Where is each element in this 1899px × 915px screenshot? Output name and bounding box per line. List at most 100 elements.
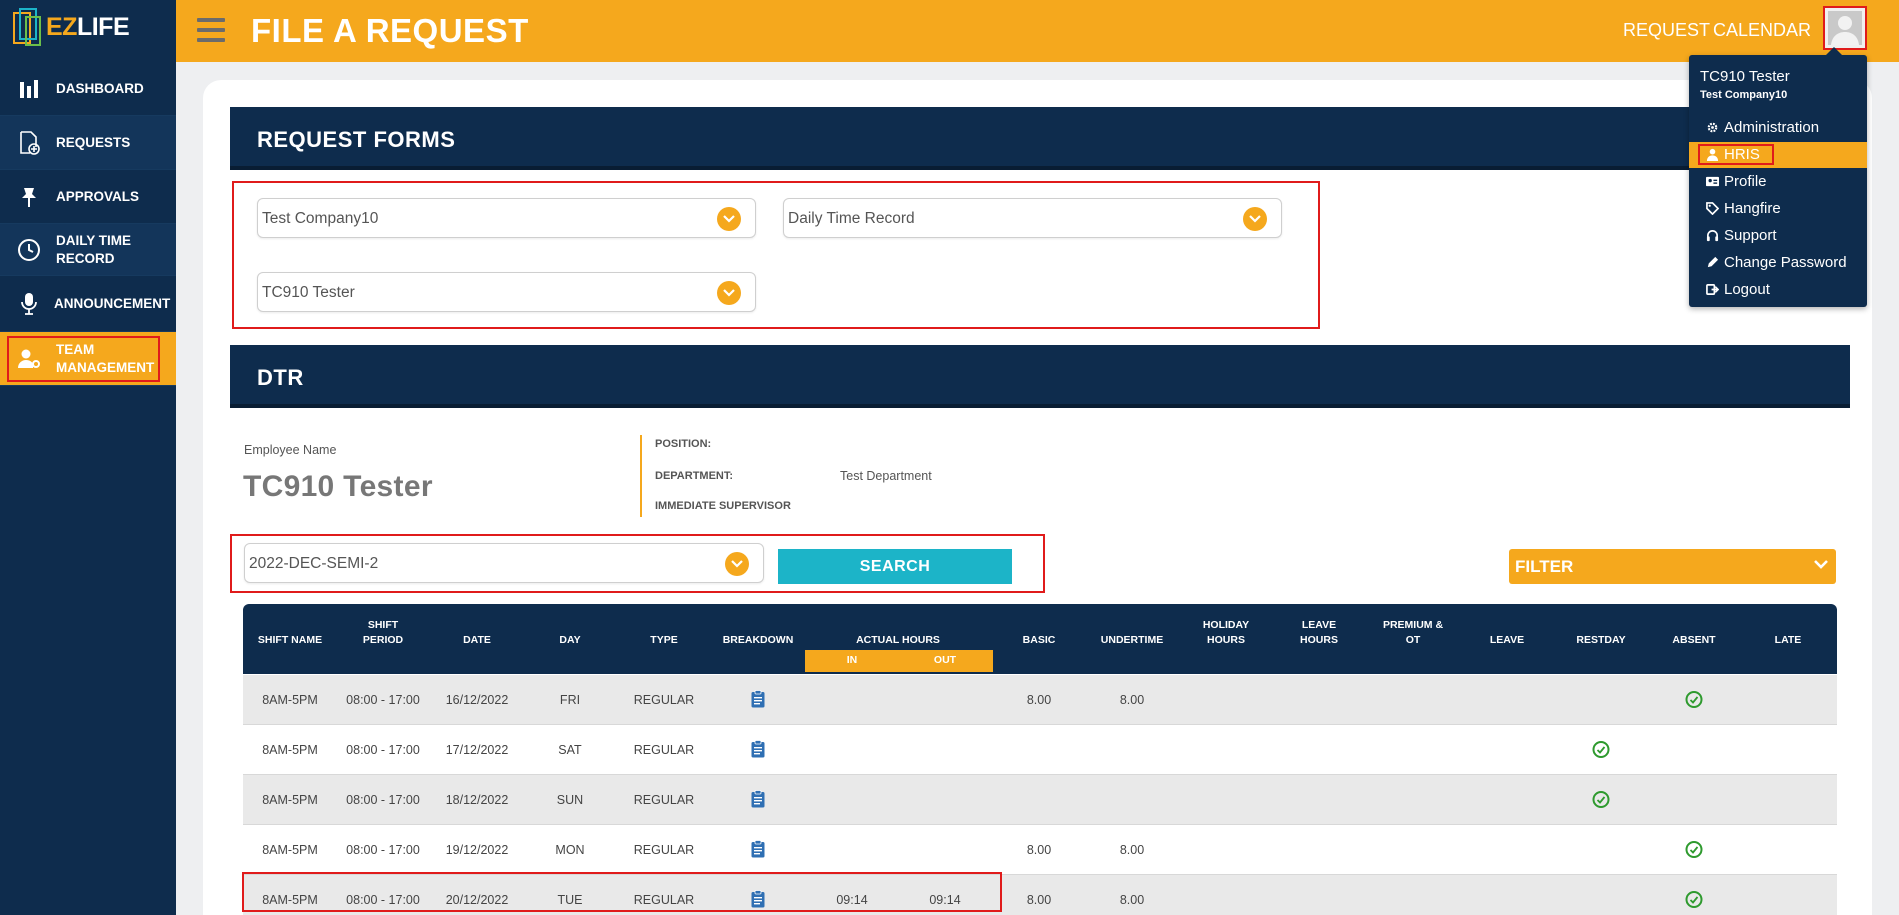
- cell-shift-name: 8AM-5PM: [262, 743, 318, 757]
- menu-item-label: Administration: [1724, 119, 1820, 136]
- table-row: 8AM-5PM 08:00 - 17:00 16/12/2022 FRI REGULAR…: [243, 675, 1837, 725]
- nav-link-calendar[interactable]: CALENDAR: [1713, 20, 1811, 41]
- col-header-basic: BASIC: [1022, 634, 1056, 646]
- col-header-date: DATE: [463, 634, 491, 646]
- sidebar-item-label: DASHBOARD: [56, 80, 144, 96]
- cell-type: REGULAR: [633, 743, 695, 757]
- cell-date: 17/12/2022: [445, 743, 509, 757]
- cell-basic: 8.00: [1026, 693, 1052, 707]
- cell-shift-period: 08:00 - 17:00: [346, 693, 420, 707]
- filter-dropdown[interactable]: FILTER: [1509, 549, 1836, 584]
- avatar-icon: [1828, 11, 1862, 45]
- user-avatar-button[interactable]: [1823, 6, 1867, 50]
- section-title: DTR: [257, 365, 304, 390]
- file-plus-icon: [16, 130, 42, 156]
- cell-shift-name: 8AM-5PM: [262, 693, 318, 707]
- menu-item-logout[interactable]: Logout: [1689, 277, 1867, 303]
- clipboard-icon[interactable]: [751, 790, 765, 808]
- page-title: FILE A REQUEST: [251, 12, 529, 49]
- menu-item-label: Change Password: [1724, 254, 1847, 271]
- clipboard-icon[interactable]: [751, 740, 765, 758]
- company-select[interactable]: Test Company10: [257, 198, 756, 238]
- sidebar-item-dashboard[interactable]: DASHBOARD: [0, 62, 176, 116]
- menu-item-support[interactable]: Support: [1689, 223, 1867, 249]
- col-header-out: OUT: [933, 654, 957, 666]
- request-forms-header: REQUEST FORMS: [230, 107, 1850, 170]
- cell-shift-name: 8AM-5PM: [262, 843, 318, 857]
- menu-item-administration[interactable]: Administration: [1689, 115, 1867, 141]
- period-select-value: 2022-DEC-SEMI-2: [249, 555, 379, 572]
- headset-icon: [1706, 230, 1719, 242]
- col-header-premium-line2: OT: [1405, 634, 1421, 646]
- col-header-breakdown: BREAKDOWN: [722, 634, 794, 646]
- user-name: TC910 Tester: [1700, 68, 1790, 85]
- chevron-down-icon: [1813, 557, 1829, 577]
- menu-item-change-password[interactable]: Change Password: [1689, 250, 1867, 276]
- user-icon: [1706, 148, 1719, 161]
- col-header-shift-period-line1: SHIFT: [367, 619, 399, 631]
- employee-select-value: TC910 Tester: [262, 284, 355, 301]
- pin-icon: [16, 184, 42, 210]
- sidebar: EZLIFE DASHBOARD REQUESTS APPROVALS DAIL…: [0, 0, 176, 915]
- sidebar-item-approvals[interactable]: APPROVALS: [0, 170, 176, 224]
- hamburger-menu-icon[interactable]: [197, 18, 225, 42]
- col-header-leave-hours-line2: HOURS: [1300, 634, 1338, 646]
- filter-label: FILTER: [1515, 557, 1574, 576]
- id-card-icon: [1706, 176, 1719, 187]
- search-button[interactable]: SEARCH: [778, 549, 1012, 584]
- menu-item-hris[interactable]: HRIS: [1689, 142, 1867, 168]
- employee-name: TC910 Tester: [243, 470, 433, 503]
- col-header-holiday-line2: HOURS: [1207, 634, 1245, 646]
- cell-shift-period: 08:00 - 17:00: [346, 793, 420, 807]
- logo-text-ez: EZ: [46, 13, 77, 41]
- gear-icon: [1707, 122, 1718, 133]
- menu-item-label: Profile: [1724, 173, 1767, 190]
- position-label: POSITION:: [655, 438, 712, 450]
- cell-date: 16/12/2022: [445, 693, 509, 707]
- cell-undertime: 8.00: [1119, 843, 1145, 857]
- sidebar-item-team-management[interactable]: TEAM MANAGEMENT: [0, 332, 176, 386]
- user-dropdown-menu: TC910 Tester Test Company10 Administrati…: [1689, 47, 1867, 307]
- dtr-header: DTR: [230, 345, 1850, 408]
- cell-undertime: 8.00: [1119, 893, 1145, 907]
- period-select[interactable]: 2022-DEC-SEMI-2: [244, 543, 764, 583]
- sidebar-item-requests[interactable]: REQUESTS: [0, 116, 176, 170]
- menu-item-profile[interactable]: Profile: [1689, 169, 1867, 195]
- department-value: Test Department: [840, 469, 932, 483]
- sidebar-item-daily-time-record[interactable]: DAILY TIME RECORD: [0, 224, 176, 276]
- col-header-holiday-line1: HOLIDAY: [1202, 619, 1250, 631]
- menu-item-hangfire[interactable]: Hangfire: [1689, 196, 1867, 222]
- divider: [640, 435, 642, 517]
- ezlife-logo[interactable]: EZLIFE: [0, 0, 176, 62]
- company-select-value: Test Company10: [262, 210, 379, 227]
- sidebar-item-announcement[interactable]: ANNOUNCEMENT: [0, 276, 176, 332]
- menu-item-label: Support: [1724, 227, 1777, 244]
- form-type-select[interactable]: Daily Time Record: [783, 198, 1282, 238]
- col-header-restday: RESTDAY: [1576, 634, 1626, 646]
- col-header-shift-name: SHIFT NAME: [257, 634, 323, 646]
- logo-text-life: LIFE: [76, 13, 130, 41]
- employee-select[interactable]: TC910 Tester: [257, 272, 756, 312]
- sidebar-item-label: DAILY TIME RECORD: [56, 232, 132, 266]
- clipboard-icon[interactable]: [751, 840, 765, 858]
- sidebar-item-label: TEAM MANAGEMENT: [56, 341, 155, 375]
- cell-type: REGULAR: [633, 693, 695, 707]
- chevron-down-icon: [717, 207, 741, 231]
- clipboard-icon[interactable]: [751, 690, 765, 708]
- user-company: Test Company10: [1700, 89, 1788, 101]
- clock-icon: [16, 237, 42, 263]
- sidebar-item-label: ANNOUNCEMENT: [54, 295, 171, 311]
- check-circle-icon: [1685, 891, 1703, 908]
- col-header-day: DAY: [559, 634, 581, 646]
- col-header-type: TYPE: [650, 634, 678, 646]
- chevron-down-icon: [717, 281, 741, 305]
- sidebar-item-label: APPROVALS: [56, 188, 140, 204]
- chevron-down-icon: [1243, 207, 1267, 231]
- cell-undertime: 8.00: [1119, 693, 1145, 707]
- col-header-leave-hours-line1: LEAVE: [1301, 619, 1337, 631]
- col-header-absent: ABSENT: [1672, 634, 1716, 646]
- nav-link-request[interactable]: REQUEST: [1623, 20, 1710, 41]
- col-header-in: IN: [846, 654, 858, 666]
- table-row: 8AM-5PM 08:00 - 17:00 19/12/2022 MON REGULAR…: [243, 825, 1837, 875]
- logo-mark-icon: [13, 8, 41, 46]
